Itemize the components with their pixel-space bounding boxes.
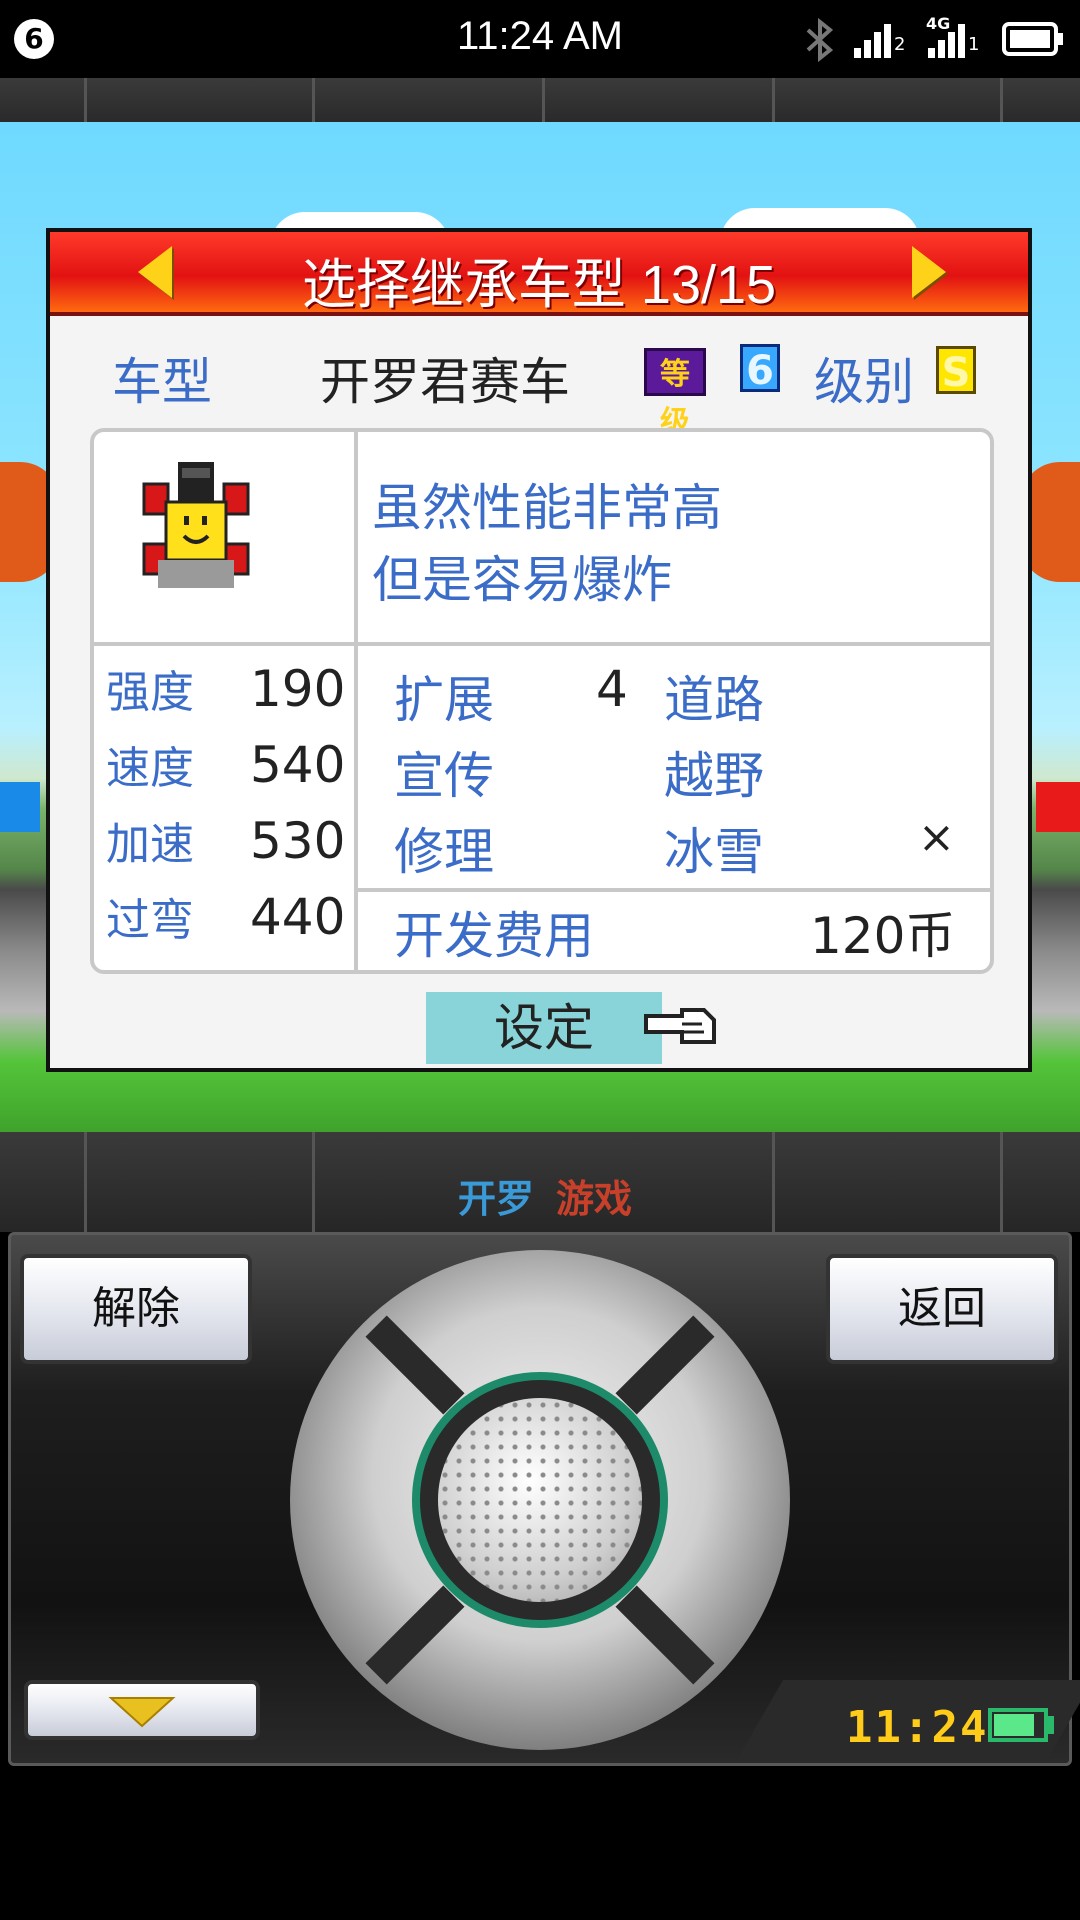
stat-label-cornering: 过弯 xyxy=(106,895,194,946)
stat-label-speed: 速度 xyxy=(106,743,194,794)
dpad-down[interactable] xyxy=(478,1628,602,1748)
class-label: 级别 xyxy=(814,353,914,411)
sim2-label: 1 xyxy=(968,34,980,55)
battery-fill xyxy=(994,1714,1034,1736)
attr-promo-label: 宣传 xyxy=(394,747,494,805)
description-line1: 虽然性能非常高 xyxy=(372,479,722,537)
stat-label-strength: 强度 xyxy=(106,667,194,718)
status-time: 11:24 AM xyxy=(456,14,624,58)
race-car-sprite xyxy=(142,462,250,588)
description-line2: 但是容易爆炸 xyxy=(372,551,672,609)
dpad-left[interactable] xyxy=(292,1438,412,1562)
dialog-title: 选择继承车型 13/15 xyxy=(301,255,777,315)
stat-value-strength: 190 xyxy=(250,660,346,718)
attr-expand-label: 扩展 xyxy=(394,671,494,729)
stat-value-cornering: 440 xyxy=(250,888,346,946)
attr-repair-label: 修理 xyxy=(394,823,494,881)
right-softkey-button[interactable]: 返回 xyxy=(826,1254,1058,1364)
attr-snow-label: 冰雪 xyxy=(664,823,764,881)
dialog-header: 选择继承车型 13/15 xyxy=(50,232,1028,316)
car-name: 开罗君赛车 xyxy=(320,353,570,411)
car-type-label: 车型 xyxy=(112,353,212,411)
pointer-hand-icon xyxy=(644,1008,716,1044)
left-softkey-button[interactable]: 解除 xyxy=(20,1254,252,1364)
attr-road-label: 道路 xyxy=(664,671,764,729)
battery-status-icon xyxy=(1002,22,1063,56)
bottom-frame-strip xyxy=(0,1132,1080,1232)
rank-label: 等级 xyxy=(644,348,706,440)
class-value: S xyxy=(936,346,976,396)
top-frame-strip xyxy=(0,78,1080,122)
brand-logo-part1: 开罗 xyxy=(458,1177,535,1221)
brand-logo-part2: 游戏 xyxy=(556,1177,633,1221)
attr-snow-value: × xyxy=(918,812,955,863)
battery-tip xyxy=(1048,1716,1054,1734)
dpad-center-button[interactable] xyxy=(438,1398,642,1602)
dev-cost-label: 开发费用 xyxy=(394,907,594,965)
attr-offroad-label: 越野 xyxy=(664,747,764,805)
dpad-right[interactable] xyxy=(668,1438,788,1562)
set-button[interactable]: 设定 xyxy=(426,992,662,1064)
rank-value: 6 xyxy=(740,344,780,394)
sim1-label: 2 xyxy=(894,34,906,55)
bluetooth-icon xyxy=(806,18,834,62)
stat-value-acceleration: 530 xyxy=(250,812,346,870)
stat-label-acceleration: 加速 xyxy=(106,819,194,870)
game-clock: 11:24 xyxy=(846,1702,989,1753)
status-bar: 6 11:24 AM 2 4G 1 xyxy=(0,0,1080,78)
next-arrow-icon[interactable] xyxy=(912,246,946,298)
dpad-up[interactable] xyxy=(478,1252,602,1372)
inherit-car-dialog: 选择继承车型 13/15 车型 开罗君赛车 等级 6 级别 S 虽然性能非常高 … xyxy=(46,228,1032,1072)
attr-expand-value: 4 xyxy=(596,660,628,718)
down-triangle-icon xyxy=(108,1697,176,1728)
dev-cost-value: 120币 xyxy=(810,907,956,965)
menu-toggle-button[interactable] xyxy=(24,1680,260,1740)
stat-value-speed: 540 xyxy=(250,736,346,794)
